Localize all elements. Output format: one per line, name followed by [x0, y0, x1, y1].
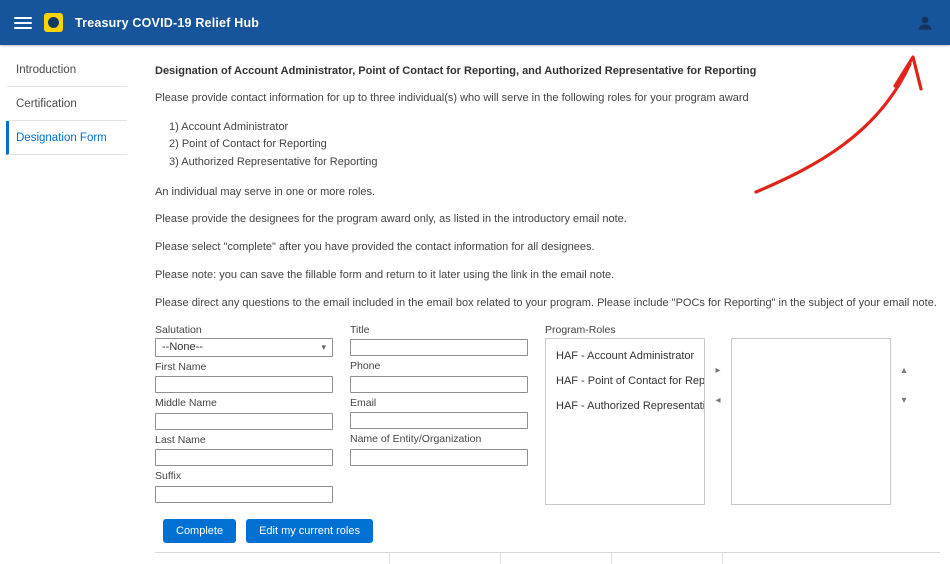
note-paragraph: Please provide the designees for the pro…: [155, 212, 940, 227]
sidebar-item-designation-form[interactable]: Designation Form: [6, 121, 127, 155]
program-role-option[interactable]: HAF - Account Administrator: [546, 343, 704, 368]
last-name-label: Last Name: [155, 434, 333, 446]
first-name-field[interactable]: [155, 376, 333, 393]
program-roles-available-listbox[interactable]: HAF - Account Administrator HAF - Point …: [545, 338, 705, 505]
move-up-icon[interactable]: ▴: [899, 364, 908, 378]
sidebar-item-label: Certification: [16, 98, 77, 110]
menu-icon[interactable]: [14, 17, 32, 29]
entity-name-field[interactable]: [350, 449, 528, 466]
sidebar: Introduction Certification Designation F…: [0, 45, 133, 532]
note-paragraph: Please select "complete" after you have …: [155, 240, 940, 255]
form-actions: Complete Edit my current roles: [163, 519, 940, 543]
sidebar-item-label: Introduction: [16, 64, 76, 76]
salutation-label: Salutation: [155, 324, 333, 336]
role-list: 1) Account Administrator 2) Point of Con…: [169, 119, 940, 172]
intro-paragraph: Please provide contact information for u…: [155, 91, 940, 106]
email-field[interactable]: [350, 412, 528, 429]
main-content: Designation of Account Administrator, Po…: [133, 45, 950, 532]
phone-field[interactable]: [350, 376, 528, 393]
role-list-item: 1) Account Administrator: [169, 119, 940, 137]
move-left-icon[interactable]: ◂: [713, 394, 722, 408]
suffix-label: Suffix: [155, 470, 333, 482]
user-icon[interactable]: [914, 12, 936, 34]
app-title: Treasury COVID-19 Relief Hub: [75, 16, 259, 30]
designation-form: Salutation --None-- ▾ First Name Middle …: [155, 324, 940, 505]
note-paragraph: Please direct any questions to the email…: [155, 296, 940, 311]
first-name-label: First Name: [155, 361, 333, 373]
complete-button[interactable]: Complete: [163, 519, 236, 543]
note-paragraph: An individual may serve in one or more r…: [155, 185, 940, 200]
role-list-item: 3) Authorized Representative for Reporti…: [169, 154, 940, 172]
last-name-field[interactable]: [155, 449, 333, 466]
middle-name-field[interactable]: [155, 413, 333, 430]
treasury-logo: [44, 13, 63, 32]
sidebar-item-introduction[interactable]: Introduction: [6, 53, 127, 87]
sidebar-item-label: Designation Form: [16, 132, 107, 144]
program-role-option[interactable]: HAF - Authorized Representative fo...: [546, 393, 704, 418]
edit-roles-button[interactable]: Edit my current roles: [246, 519, 373, 543]
records-table-top: [155, 552, 940, 564]
move-down-icon[interactable]: ▾: [899, 394, 908, 408]
app-header: Treasury COVID-19 Relief Hub: [0, 0, 950, 45]
program-roles-section: Program-Roles HAF - Account Administrato…: [545, 324, 940, 505]
entity-name-label: Name of Entity/Organization: [350, 433, 528, 445]
title-label: Title: [350, 324, 528, 336]
sidebar-item-certification[interactable]: Certification: [6, 87, 127, 121]
program-roles-label: Program-Roles: [545, 324, 940, 336]
program-role-option[interactable]: HAF - Point of Contact for Reporting: [546, 368, 704, 393]
title-field[interactable]: [350, 339, 528, 356]
phone-label: Phone: [350, 360, 528, 372]
email-label: Email: [350, 397, 528, 409]
program-roles-selected-listbox[interactable]: [731, 338, 891, 505]
move-right-icon[interactable]: ▸: [713, 364, 722, 378]
page-title: Designation of Account Administrator, Po…: [155, 65, 940, 77]
dropdown-caret-icon: ▾: [321, 342, 326, 353]
move-buttons: ▸ ◂: [705, 338, 731, 408]
note-paragraph: Please note: you can save the fillable f…: [155, 268, 940, 283]
salutation-select[interactable]: --None-- ▾: [155, 338, 333, 357]
form-column-middle: Title Phone Email Name of Entity/Organiz…: [350, 324, 528, 505]
salutation-value: --None--: [162, 341, 203, 353]
suffix-field[interactable]: [155, 486, 333, 503]
middle-name-label: Middle Name: [155, 397, 333, 409]
role-list-item: 2) Point of Contact for Reporting: [169, 136, 940, 154]
reorder-buttons: ▴ ▾: [891, 338, 917, 408]
form-column-left: Salutation --None-- ▾ First Name Middle …: [155, 324, 333, 505]
